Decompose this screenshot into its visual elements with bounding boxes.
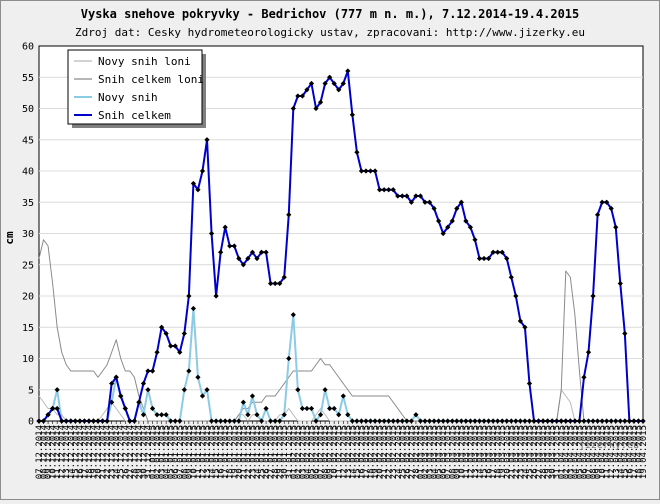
y-tick-label: 25 — [22, 260, 34, 271]
watermark: jizerky.eu — [579, 440, 639, 451]
y-tick-label: 20 — [22, 292, 34, 303]
y-tick-label: 60 — [22, 42, 34, 53]
y-tick-label: 30 — [22, 229, 34, 240]
snow-depth-chart: Vyska snehove pokryvky - Bedrichov (777 … — [3, 7, 649, 479]
y-tick-label: 45 — [22, 135, 34, 146]
y-tick-label: 40 — [22, 167, 34, 178]
y-axis-label: cm — [3, 231, 16, 245]
y-axis-ticks: 0 5 10 15 20 25 30 35 40 45 50 55 60 — [22, 42, 34, 428]
legend-label: Novy snih — [98, 91, 158, 104]
y-tick-label: 10 — [22, 354, 34, 365]
chart-subtitle: Zdroj dat: Cesky hydrometeorologicky ust… — [75, 26, 585, 39]
legend-label: Snih celkem — [98, 109, 171, 122]
legend-label: Snih celkem loni — [98, 73, 204, 86]
y-tick-label: 55 — [22, 73, 34, 84]
y-tick-label: 50 — [22, 104, 34, 115]
legend: Novy snih loni Snih celkem loni Novy snih S… — [67, 49, 206, 128]
chart-frame: Vyska snehove pokryvky - Bedrichov (777 … — [0, 0, 660, 500]
legend-label: Novy snih loni — [98, 55, 191, 68]
y-tick-label: 15 — [22, 323, 34, 334]
y-tick-label: 0 — [28, 417, 34, 428]
y-tick-label: 5 — [28, 385, 34, 396]
x-tick-label: 19.04.2015 — [639, 425, 649, 479]
chart-title: Vyska snehove pokryvky - Bedrichov (777 … — [81, 7, 580, 21]
y-tick-label: 35 — [22, 198, 34, 209]
x-axis-ticks: 07.12.201408.12.201409.12.201410.12.2014… — [35, 421, 649, 479]
